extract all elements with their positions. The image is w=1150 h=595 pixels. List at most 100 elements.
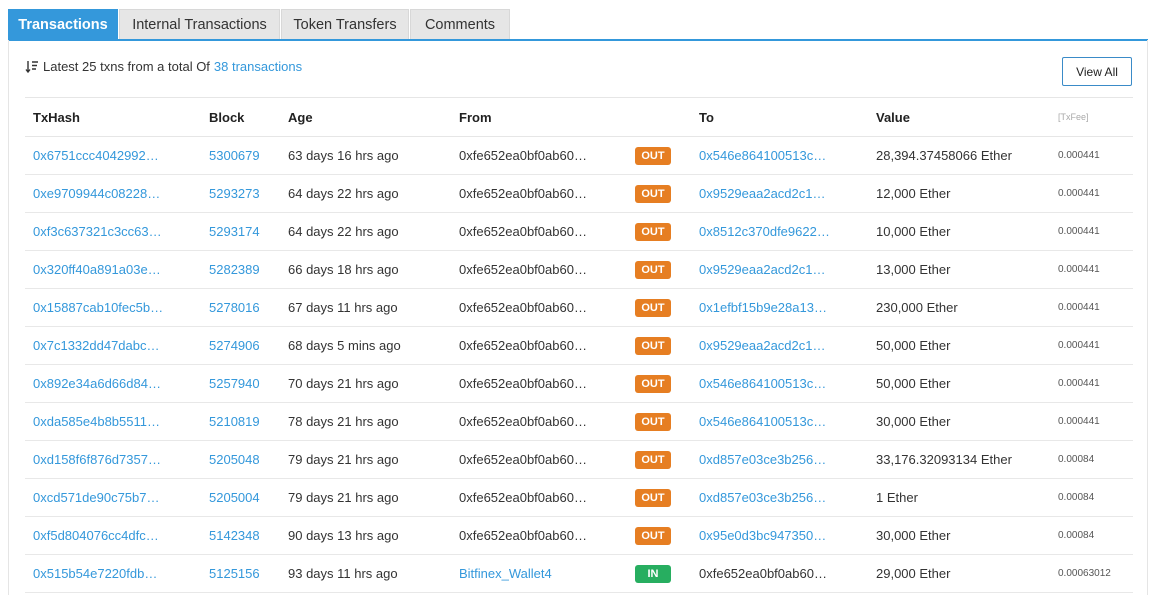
age-cell: 78 days 21 hrs ago <box>280 402 451 441</box>
block-link[interactable]: 5278016 <box>201 288 280 327</box>
direction-cell: IN <box>627 554 691 593</box>
block-link[interactable]: 5205004 <box>201 478 280 517</box>
to-address-link[interactable]: 0xd857e03ce3b256… <box>691 478 868 517</box>
view-all-button[interactable]: View All <box>1062 57 1132 86</box>
from-address: 0xfe652ea0bf0ab60… <box>451 326 627 365</box>
sort-icon <box>25 60 38 73</box>
column-header-value: Value <box>868 97 1050 137</box>
out-badge: OUT <box>635 298 671 317</box>
value-cell: 50,000 Ether <box>868 326 1050 365</box>
from-address: 0xfe652ea0bf0ab60… <box>451 402 627 441</box>
block-link[interactable]: 5210819 <box>201 402 280 441</box>
block-link[interactable]: 5205048 <box>201 440 280 479</box>
txfee-cell: 0.00084 <box>1050 478 1133 517</box>
block-link[interactable]: 5293273 <box>201 174 280 213</box>
out-badge: OUT <box>635 450 671 469</box>
age-cell: 67 days 11 hrs ago <box>280 288 451 327</box>
tab-comments[interactable]: Comments <box>410 9 510 39</box>
to-address-link[interactable]: 0x546e864100513c… <box>691 402 868 441</box>
table-row: 0x7c1332dd47dabc… 5274906 68 days 5 mins a… <box>25 326 1133 365</box>
to-address-link[interactable]: 0x9529eaa2acd2c1… <box>691 326 868 365</box>
block-link[interactable]: 5293174 <box>201 212 280 251</box>
txhash-link[interactable]: 0x6751ccc4042992… <box>25 136 201 175</box>
txfee-cell: 0.00063012 <box>1050 554 1133 593</box>
block-link[interactable]: 5282389 <box>201 250 280 289</box>
from-address: 0xfe652ea0bf0ab60… <box>451 478 627 517</box>
to-address-link[interactable]: 0x546e864100513c… <box>691 364 868 403</box>
direction-cell: OUT <box>627 364 691 403</box>
table-row: 0xcd571de90c75b7… 5205004 79 days 21 hrs a… <box>25 478 1133 517</box>
direction-cell: OUT <box>627 136 691 175</box>
from-address: 0xfe652ea0bf0ab60… <box>451 136 627 175</box>
out-badge: OUT <box>635 222 671 241</box>
txhash-link[interactable]: 0xda585e4b8b5511… <box>25 402 201 441</box>
to-address-link[interactable]: 0x8512c370dfe9622… <box>691 212 868 251</box>
to-address-link[interactable]: 0x9529eaa2acd2c1… <box>691 174 868 213</box>
table-row: 0xf5d804076cc4dfc… 5142348 90 days 13 hrs … <box>25 516 1133 555</box>
to-address-link[interactable]: 0x95e0d3bc947350… <box>691 516 868 555</box>
out-badge: OUT <box>635 146 671 165</box>
txhash-link[interactable]: 0x320ff40a891a03e… <box>25 250 201 289</box>
column-header-age: Age <box>280 97 451 137</box>
direction-cell: OUT <box>627 174 691 213</box>
txhash-link[interactable]: 0xf3c637321c3cc63… <box>25 212 201 251</box>
txhash-link[interactable]: 0x515b54e7220fdb… <box>25 554 201 593</box>
txhash-link[interactable]: 0xcd571de90c75b7… <box>25 478 201 517</box>
direction-cell: OUT <box>627 440 691 479</box>
to-address-link[interactable]: 0x546e864100513c… <box>691 136 868 175</box>
block-link[interactable]: 5142348 <box>201 516 280 555</box>
block-link[interactable]: 5125156 <box>201 554 280 593</box>
txfee-cell: 0.000441 <box>1050 250 1133 289</box>
age-cell: 93 days 11 hrs ago <box>280 554 451 593</box>
total-transactions-link[interactable]: 38 transactions <box>214 59 302 74</box>
txfee-cell: 0.000441 <box>1050 174 1133 213</box>
txhash-link[interactable]: 0xd158f6f876d7357… <box>25 440 201 479</box>
txfee-cell: 0.000441 <box>1050 364 1133 403</box>
value-cell: 1 Ether <box>868 478 1050 517</box>
out-badge: OUT <box>635 336 671 355</box>
age-cell: 66 days 18 hrs ago <box>280 250 451 289</box>
column-header-block: Block <box>201 97 280 137</box>
to-address-link[interactable]: 0x9529eaa2acd2c1… <box>691 250 868 289</box>
from-address-link[interactable]: Bitfinex_Wallet4 <box>451 554 627 593</box>
out-badge: OUT <box>635 488 671 507</box>
summary-line: Latest 25 txns from a total Of 38 transa… <box>25 59 302 74</box>
table-row: 0xe9709944c08228… 5293273 64 days 22 hrs a… <box>25 174 1133 213</box>
block-link[interactable]: 5300679 <box>201 136 280 175</box>
txhash-link[interactable]: 0x892e34a6d66d84… <box>25 364 201 403</box>
tab-transactions[interactable]: Transactions <box>8 9 118 39</box>
direction-cell: OUT <box>627 212 691 251</box>
txhash-link[interactable]: 0xe9709944c08228… <box>25 174 201 213</box>
direction-cell: OUT <box>627 516 691 555</box>
tab-bar: Transactions Internal Transactions Token… <box>8 9 1148 41</box>
out-badge: OUT <box>635 184 671 203</box>
txhash-link[interactable]: 0xf5d804076cc4dfc… <box>25 516 201 555</box>
table-row: 0x15887cab10fec5b… 5278016 67 days 11 hrs … <box>25 288 1133 327</box>
to-address-link[interactable]: 0x1efbf15b9e28a13… <box>691 288 868 327</box>
to-address-link[interactable]: 0xd857e03ce3b256… <box>691 440 868 479</box>
age-cell: 64 days 22 hrs ago <box>280 212 451 251</box>
direction-cell: OUT <box>627 478 691 517</box>
value-cell: 29,000 Ether <box>868 554 1050 593</box>
txfee-cell: 0.000441 <box>1050 288 1133 327</box>
tab-token-transfers[interactable]: Token Transfers <box>281 9 409 39</box>
out-badge: OUT <box>635 374 671 393</box>
block-link[interactable]: 5257940 <box>201 364 280 403</box>
age-cell: 79 days 21 hrs ago <box>280 440 451 479</box>
txfee-cell: 0.000441 <box>1050 212 1133 251</box>
column-header-from: From <box>451 97 627 137</box>
tab-internal-transactions[interactable]: Internal Transactions <box>119 9 280 39</box>
txhash-link[interactable]: 0x15887cab10fec5b… <box>25 288 201 327</box>
age-cell: 90 days 13 hrs ago <box>280 516 451 555</box>
transactions-table: TxHash Block Age From To Value [TxFee] 0… <box>25 97 1133 593</box>
block-link[interactable]: 5274906 <box>201 326 280 365</box>
in-badge: IN <box>635 564 671 583</box>
out-badge: OUT <box>635 412 671 431</box>
txhash-link[interactable]: 0x7c1332dd47dabc… <box>25 326 201 365</box>
value-cell: 230,000 Ether <box>868 288 1050 327</box>
direction-cell: OUT <box>627 288 691 327</box>
table-row: 0xf3c637321c3cc63… 5293174 64 days 22 hrs … <box>25 212 1133 251</box>
out-badge: OUT <box>635 526 671 545</box>
to-address: 0xfe652ea0bf0ab60… <box>691 554 868 593</box>
age-cell: 68 days 5 mins ago <box>280 326 451 365</box>
